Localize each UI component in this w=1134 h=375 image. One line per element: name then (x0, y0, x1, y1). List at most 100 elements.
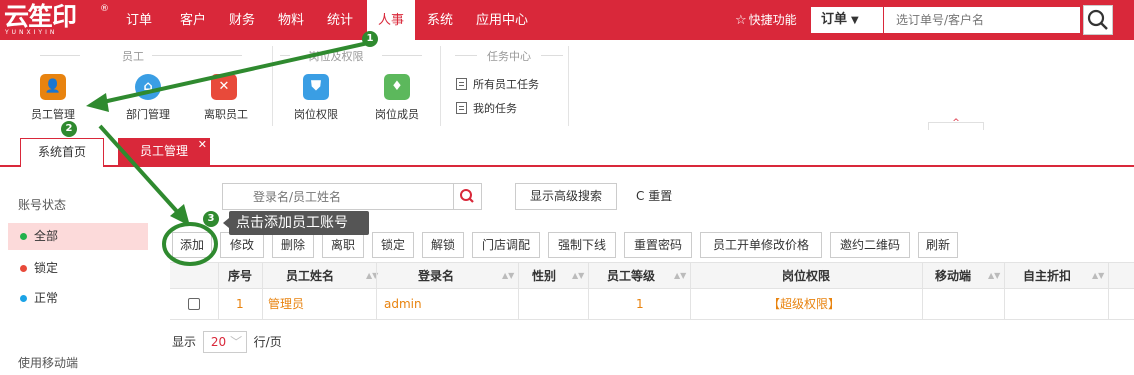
logo-reg: ® (100, 4, 109, 14)
row-checkbox[interactable] (188, 298, 200, 310)
order-search-input[interactable] (884, 7, 1080, 33)
nav-order[interactable]: 订单 (126, 0, 152, 40)
department-icon[interactable]: ⌂ (135, 74, 161, 100)
post-member-button[interactable]: 岗位成员 (367, 106, 427, 122)
pager: 显示 20 ﹀ 行/页 (172, 331, 282, 353)
staff-manage-button[interactable]: 员工管理 (22, 106, 84, 122)
cell-login[interactable]: admin (384, 289, 422, 319)
staff-price-edit-button[interactable]: 员工开单修改价格 (700, 232, 822, 258)
all-tasks-link[interactable]: 所有员工任务 (456, 76, 539, 92)
search-type-select[interactable]: 订单 ▼ (811, 7, 883, 33)
tab-staff-manage[interactable]: 员工管理 ✕ (118, 138, 210, 167)
table-row[interactable]: 1 管理员 admin 1 【超级权限】 (170, 289, 1134, 320)
staff-search-input[interactable] (222, 183, 454, 210)
edit-button[interactable]: 修改 (220, 232, 264, 258)
sort-icon[interactable]: ▲▼ (988, 263, 1000, 289)
group-title-post: 岗位及权限 (308, 50, 364, 63)
column-no[interactable]: 序号 (218, 263, 262, 290)
status-dot-icon (20, 295, 27, 302)
annotation-badge-3: 3 (203, 211, 219, 227)
nav-stats[interactable]: 统计 (327, 0, 353, 40)
cell-level: 1 (636, 297, 644, 311)
column-divider (1108, 289, 1109, 319)
nav-app-center[interactable]: 应用中心 (476, 0, 528, 40)
top-bar: 云笙印 ® YUNXIYIN 订单 客户 财务 物料 统计 人事 系统 应用中心… (0, 0, 1134, 40)
column-gender[interactable]: 性别 (518, 263, 570, 290)
close-icon[interactable]: ✕ (198, 131, 207, 158)
group-separator (568, 46, 569, 126)
staff-search-button[interactable] (454, 183, 482, 210)
column-login[interactable]: 登录名 (376, 263, 496, 290)
group-line (541, 55, 563, 56)
sort-icon[interactable]: ▲▼ (674, 263, 686, 289)
sort-icon[interactable]: ▲▼ (572, 263, 584, 289)
sort-icon[interactable]: ▲▼ (502, 263, 514, 289)
delete-button[interactable]: 删除 (272, 232, 314, 258)
tab-home[interactable]: 系统首页 (20, 138, 104, 167)
sidebar-item-all[interactable]: 全部 (8, 223, 148, 250)
resigned-staff-icon[interactable]: ✕ (211, 74, 237, 100)
task-list-icon (456, 102, 467, 114)
ribbon: 员工 岗位及权限 任务中心 👤 员工管理 ⌂ 部门管理 ✕ 离职员工 ⛊ 岗位权… (0, 40, 1134, 128)
cell-name[interactable]: 管理员 (268, 289, 304, 319)
store-transfer-button[interactable]: 门店调配 (472, 232, 540, 258)
page-size-select[interactable]: 20 ﹀ (202, 331, 247, 353)
column-divider (518, 289, 519, 319)
search-button[interactable] (1083, 5, 1113, 35)
column-discount[interactable]: 自主折扣 (1004, 263, 1090, 290)
logo-subtitle: YUNXIYIN (5, 29, 58, 36)
group-line (40, 55, 80, 56)
column-role[interactable]: 岗位权限 (690, 263, 922, 290)
search-icon (460, 189, 474, 203)
star-icon: ☆ (735, 13, 747, 28)
staff-manage-icon[interactable]: 👤 (40, 74, 66, 100)
page-size-value: 20 (210, 335, 227, 349)
nav-customer[interactable]: 客户 (180, 0, 206, 40)
column-mobile[interactable]: 移动端 (922, 263, 984, 290)
table-header: 序号 员工姓名 ▲▼ 登录名 ▲▼ 性别 ▲▼ 员工等级 ▲▼ 岗位权限 移动端… (170, 262, 1134, 290)
invite-qrcode-button[interactable]: 邀约二维码 (830, 232, 910, 258)
sidebar-item-normal[interactable]: 正常 (8, 285, 148, 312)
column-level[interactable]: 员工等级 (588, 263, 674, 290)
collapse-ribbon-button[interactable]: ^ (928, 119, 984, 130)
search-type-label: 订单 (821, 12, 848, 27)
refresh-button[interactable]: 刷新 (918, 232, 958, 258)
sidebar-item-locked[interactable]: 锁定 (8, 255, 148, 282)
add-button[interactable]: 添加 (172, 232, 212, 258)
reset-button[interactable]: C 重置 (636, 183, 672, 210)
nav-system[interactable]: 系统 (427, 0, 453, 40)
pager-suffix: 行/页 (253, 335, 282, 349)
favorites-link[interactable]: ☆ 快捷功能 (735, 0, 797, 40)
my-tasks-link[interactable]: 我的任务 (456, 100, 517, 116)
account-status-sidebar: 账号状态 全部 锁定 正常 (8, 181, 150, 323)
logo: 云笙印 ® YUNXIYIN (4, 3, 114, 37)
column-name[interactable]: 员工姓名 (262, 263, 358, 290)
all-tasks-label: 所有员工任务 (473, 78, 539, 91)
resigned-staff-button[interactable]: 离职员工 (196, 106, 256, 122)
lock-button[interactable]: 锁定 (372, 232, 414, 258)
shield-icon[interactable]: ⛊ (303, 74, 329, 100)
group-line (152, 55, 242, 56)
force-logout-button[interactable]: 强制下线 (548, 232, 616, 258)
sort-icon[interactable]: ▲▼ (1092, 263, 1104, 289)
chevron-down-icon: ▼ (851, 15, 859, 26)
group-separator (272, 46, 273, 126)
advanced-search-button[interactable]: 显示高级搜索 (515, 183, 617, 210)
group-separator (440, 46, 441, 126)
logo-text: 云笙印 (4, 2, 77, 31)
post-permission-button[interactable]: 岗位权限 (286, 106, 346, 122)
search-icon (1087, 9, 1108, 30)
column-divider (218, 289, 219, 319)
nav-finance[interactable]: 财务 (229, 0, 255, 40)
unlock-button[interactable]: 解锁 (422, 232, 464, 258)
tab-staff-label: 员工管理 (139, 144, 188, 158)
department-manage-button[interactable]: 部门管理 (116, 106, 180, 122)
nav-material[interactable]: 物料 (278, 0, 304, 40)
cell-role[interactable]: 【超级权限】 (768, 289, 840, 319)
resign-button[interactable]: 离职 (322, 232, 364, 258)
reset-password-button[interactable]: 重置密码 (624, 232, 692, 258)
my-tasks-label: 我的任务 (473, 102, 517, 115)
cell-no: 1 (236, 297, 244, 311)
post-member-icon[interactable]: ♦ (384, 74, 410, 100)
mobile-panel-title: 使用移动端 (18, 356, 79, 370)
